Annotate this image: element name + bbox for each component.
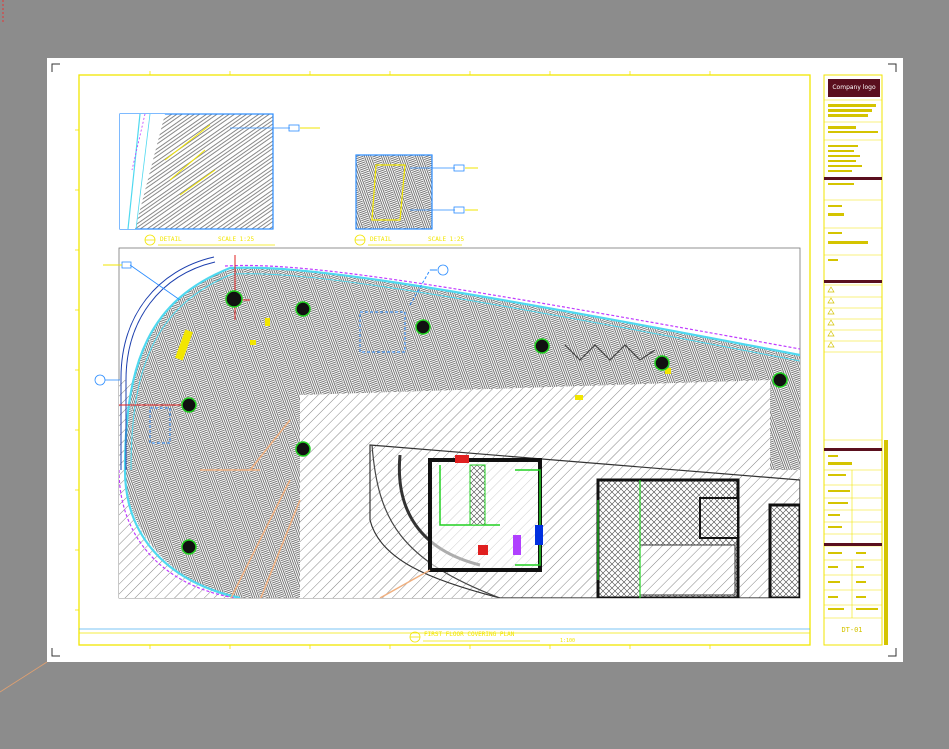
detail-2-scale: SCALE 1:25	[428, 236, 465, 243]
title-block	[823, 74, 888, 646]
plan-title: FIRST FLOOR COVERING PLAN	[424, 631, 515, 638]
company-logo: Company logo	[832, 84, 876, 91]
detail-1-scale: SCALE 1:25	[218, 236, 255, 243]
cad-viewport[interactable]: DETAIL SCALE 1:25 DETAIL SCALE 1:25 FIRS…	[0, 0, 949, 749]
drawing-number: DT-01	[841, 626, 863, 634]
detail-2-label: DETAIL	[370, 236, 392, 243]
plan-scale: 1:100	[560, 638, 576, 644]
detail-1-label: DETAIL	[160, 236, 182, 243]
detail-1-view	[119, 113, 320, 230]
detail-2-view	[355, 154, 478, 230]
